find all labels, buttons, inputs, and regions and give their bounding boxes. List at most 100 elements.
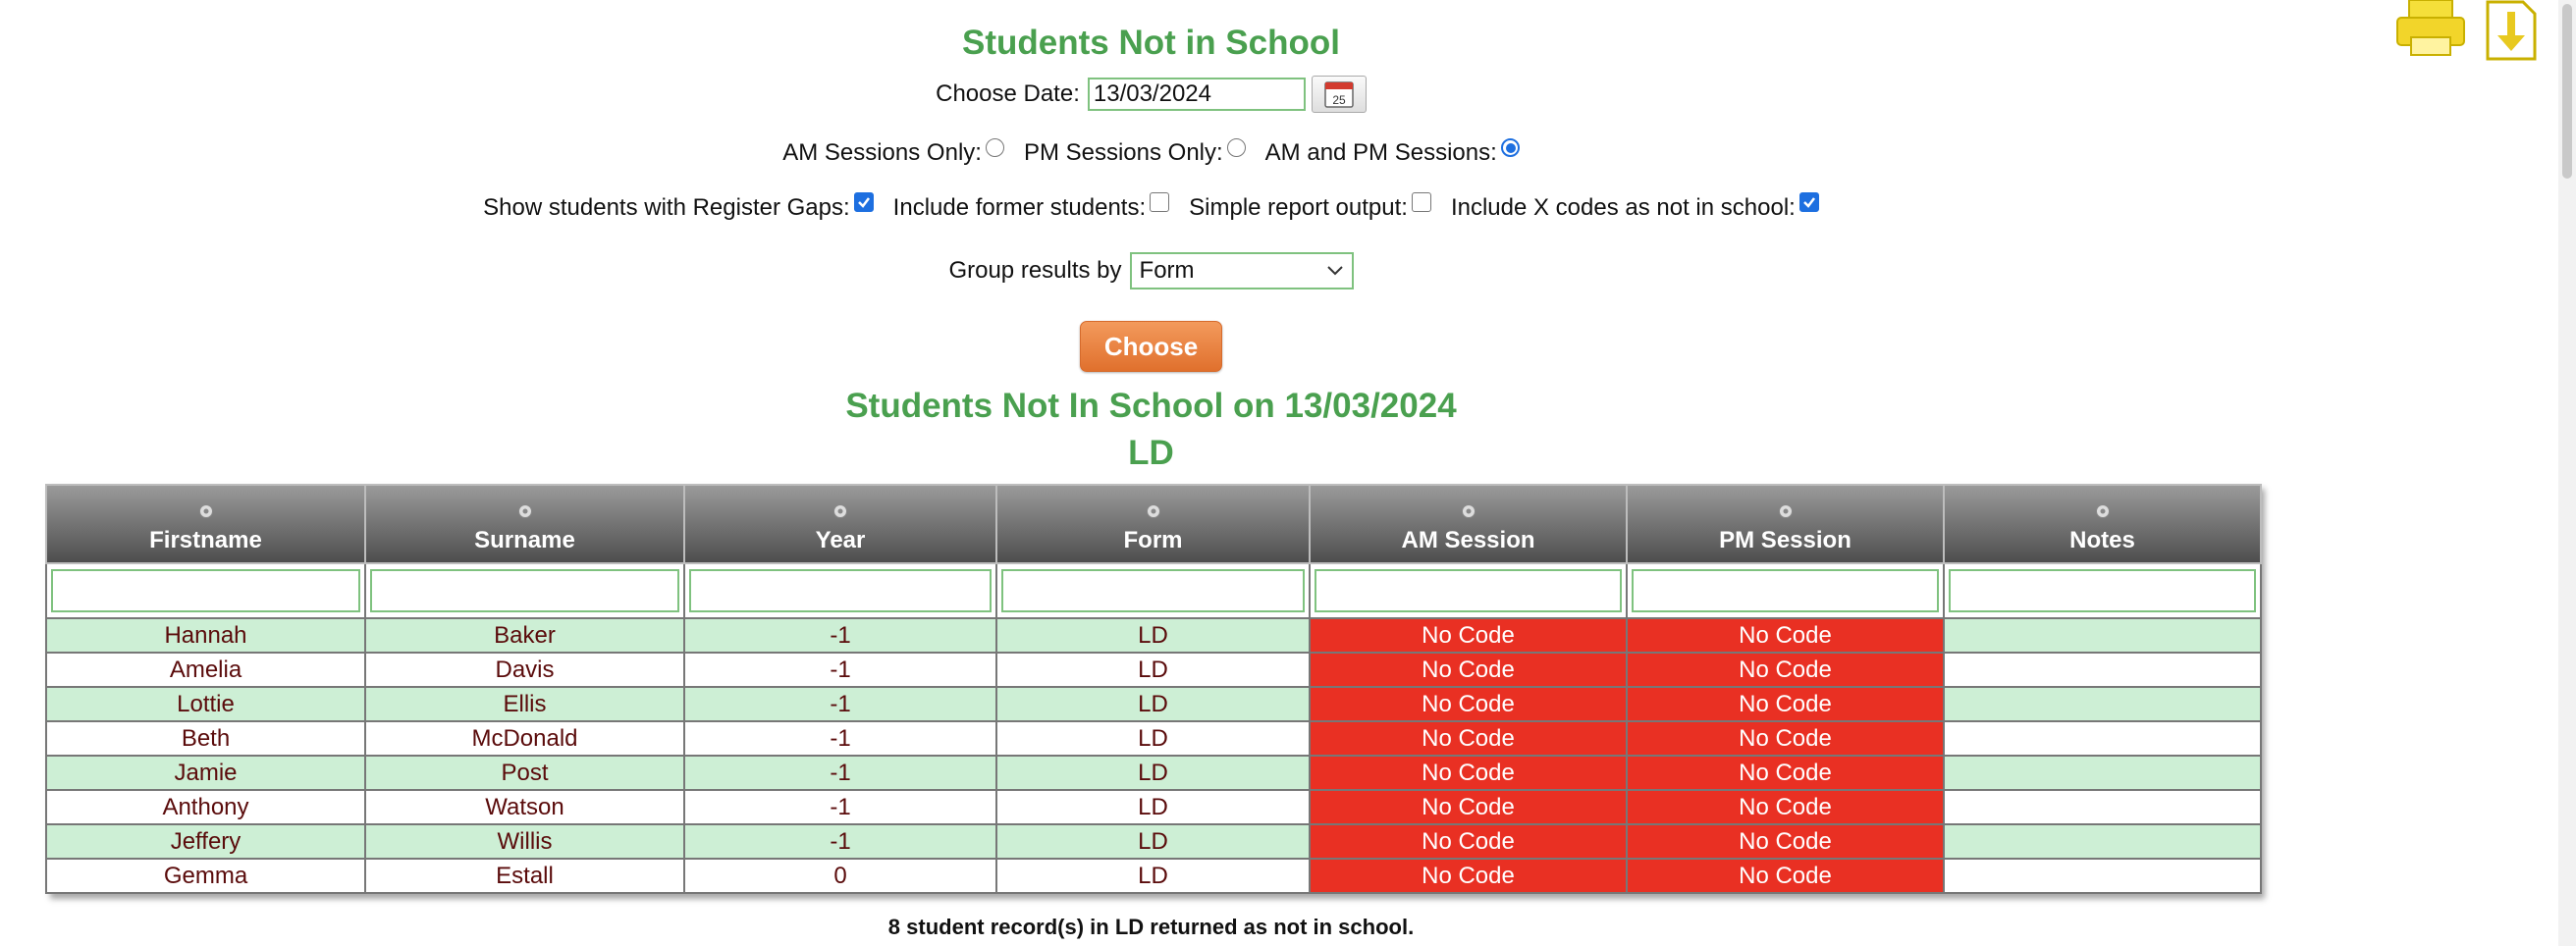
cell-notes (1943, 686, 2262, 722)
checkmark-icon (1802, 197, 1815, 208)
filter-surname-input[interactable] (370, 569, 679, 612)
cell-year: -1 (683, 686, 997, 722)
xcodes-checkbox[interactable] (1798, 192, 1819, 212)
cell-form: LD (995, 789, 1311, 825)
sort-icon[interactable] (1461, 503, 1476, 519)
cell-pm-session: No Code (1626, 823, 1945, 860)
cell-form: LD (995, 720, 1311, 757)
cell-surname: Watson (364, 789, 685, 825)
cell-form: LD (995, 823, 1311, 860)
column-header-surname[interactable]: Surname (364, 484, 685, 564)
am-sessions-radio[interactable] (985, 137, 1004, 157)
cell-am-session: No Code (1309, 720, 1628, 757)
table-row[interactable]: Lottie Ellis -1 LD No Code No Code (45, 686, 2262, 722)
simple-report-checkbox[interactable] (1411, 192, 1431, 212)
cell-pm-session: No Code (1626, 789, 1945, 825)
register-gaps-label: Show students with Register Gaps: (483, 194, 850, 221)
cell-firstname: Jamie (45, 755, 366, 791)
sort-icon[interactable] (1146, 503, 1161, 519)
cell-year: -1 (683, 652, 997, 688)
cell-year: -1 (683, 617, 997, 654)
column-header-year[interactable]: Year (683, 484, 997, 564)
am-pm-sessions-radio[interactable] (1500, 137, 1520, 157)
table-row[interactable]: Gemma Estall 0 LD No Code No Code (45, 858, 2262, 894)
date-input[interactable] (1087, 78, 1306, 111)
former-students-checkbox[interactable] (1150, 192, 1170, 212)
cell-firstname: Jeffery (45, 823, 366, 860)
page-scrollbar[interactable] (2558, 0, 2576, 946)
calendar-button[interactable]: 25 (1311, 76, 1367, 113)
cell-pm-session: No Code (1626, 858, 1945, 894)
sort-icon[interactable] (2095, 503, 2111, 519)
cell-firstname: Lottie (45, 686, 366, 722)
column-header-form[interactable]: Form (995, 484, 1311, 564)
cell-form: LD (995, 617, 1311, 654)
cell-year: -1 (683, 720, 997, 757)
register-gaps-checkbox[interactable] (853, 192, 874, 212)
cell-surname: Davis (364, 652, 685, 688)
cell-surname: Ellis (364, 686, 685, 722)
cell-notes (1943, 720, 2262, 757)
cell-notes (1943, 789, 2262, 825)
cell-notes (1943, 617, 2262, 654)
download-icon[interactable] (2484, 0, 2539, 66)
pm-sessions-radio[interactable] (1226, 137, 1246, 157)
cell-year: -1 (683, 823, 997, 860)
sort-icon[interactable] (198, 503, 214, 519)
filter-pm-session-input[interactable] (1632, 569, 1939, 612)
filter-firstname-input[interactable] (51, 569, 360, 612)
table-row[interactable]: Anthony Watson -1 LD No Code No Code (45, 789, 2262, 825)
sort-icon[interactable] (832, 503, 848, 519)
calendar-day-text: 25 (1332, 93, 1346, 107)
filter-am-session-input[interactable] (1315, 569, 1622, 612)
table-row[interactable]: Hannah Baker -1 LD No Code No Code (45, 617, 2262, 654)
filter-form-input[interactable] (1001, 569, 1305, 612)
cell-firstname: Hannah (45, 617, 366, 654)
cell-year: -1 (683, 755, 997, 791)
checkmark-icon (857, 197, 870, 208)
filter-year-input[interactable] (689, 569, 992, 612)
table-row[interactable]: Beth McDonald -1 LD No Code No Code (45, 720, 2262, 757)
chevron-down-icon (1326, 266, 1343, 276)
simple-report-label: Simple report output: (1189, 194, 1408, 221)
pm-sessions-label: PM Sessions Only: (1023, 139, 1223, 166)
xcodes-label: Include X codes as not in school: (1450, 194, 1796, 221)
cell-pm-session: No Code (1626, 686, 1945, 722)
cell-firstname: Amelia (45, 652, 366, 688)
cell-notes (1943, 858, 2262, 894)
cell-form: LD (995, 686, 1311, 722)
toolbar-icons (2395, 0, 2539, 66)
choose-button[interactable]: Choose (1080, 321, 1222, 372)
page-title: Students Not in School (962, 24, 1340, 62)
cell-form: LD (995, 652, 1311, 688)
cell-am-session: No Code (1309, 755, 1628, 791)
calendar-icon: 25 (1324, 81, 1354, 108)
column-header-notes[interactable]: Notes (1943, 484, 2262, 564)
table-row[interactable]: Amelia Davis -1 LD No Code No Code (45, 652, 2262, 688)
cell-am-session: No Code (1309, 652, 1628, 688)
filter-notes-input[interactable] (1949, 569, 2256, 612)
cell-am-session: No Code (1309, 617, 1628, 654)
report-subtitle: Students Not In School on 13/03/2024 (845, 387, 1457, 425)
cell-surname: McDonald (364, 720, 685, 757)
results-table-wrapper: Firstname Surname Year Form AM Session P… (45, 484, 2262, 894)
cell-surname: Estall (364, 858, 685, 894)
group-by-value: Form (1139, 257, 1195, 284)
filter-row (45, 562, 2262, 619)
column-header-firstname[interactable]: Firstname (45, 484, 366, 564)
scrollbar-thumb[interactable] (2562, 4, 2572, 179)
sort-icon[interactable] (517, 503, 533, 519)
column-header-pm-session[interactable]: PM Session (1626, 484, 1945, 564)
cell-year: 0 (683, 858, 997, 894)
table-row[interactable]: Jeffery Willis -1 LD No Code No Code (45, 823, 2262, 860)
group-by-select[interactable]: Form (1129, 252, 1354, 289)
cell-pm-session: No Code (1626, 755, 1945, 791)
column-header-am-session[interactable]: AM Session (1309, 484, 1628, 564)
results-summary: 8 student record(s) in LD returned as no… (887, 915, 1415, 939)
group-title: LD (1128, 434, 1174, 472)
sort-icon[interactable] (1778, 503, 1794, 519)
table-row[interactable]: Jamie Post -1 LD No Code No Code (45, 755, 2262, 791)
cell-form: LD (995, 858, 1311, 894)
printer-icon[interactable] (2395, 0, 2466, 66)
cell-pm-session: No Code (1626, 617, 1945, 654)
